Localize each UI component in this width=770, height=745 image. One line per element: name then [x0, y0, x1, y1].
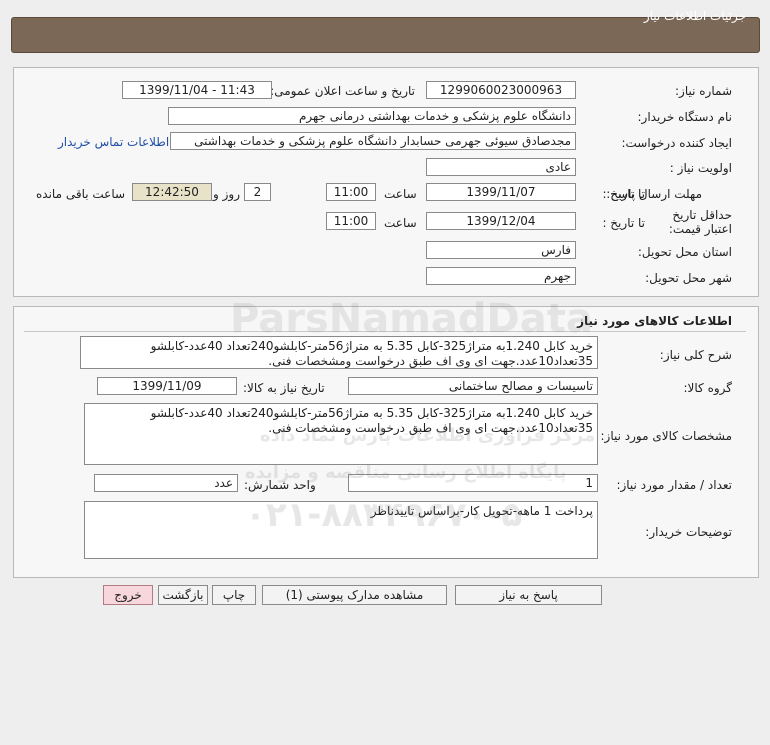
price-validity-label: حداقل تاریخ اعتبار قیمت:: [668, 208, 732, 236]
group-field: تاسیسات و مصالح ساختمانی: [348, 377, 598, 395]
qty-field: 1: [348, 474, 598, 492]
province-field: فارس: [426, 241, 576, 259]
section-divider: [24, 331, 746, 332]
priority-label: اولویت نیاز :: [669, 161, 732, 175]
unit-label: واحد شمارش:: [244, 478, 316, 492]
city-field: جهرم: [426, 267, 576, 285]
unit-field: عدد: [94, 474, 238, 492]
price-to-date-label: تا تاریخ :: [602, 216, 645, 230]
group-label: گروه کالا:: [683, 381, 733, 395]
reply-time-label: ساعت: [384, 187, 417, 201]
remaining-time-field: 12:42:50: [132, 183, 212, 201]
need-date-field: 1399/11/09: [97, 377, 237, 395]
days-remaining-field: 2: [244, 183, 271, 201]
priority-field: عادی: [426, 158, 576, 176]
specs-field: خرید کابل 1.240به متراژ325-کابل 5.35 به …: [84, 403, 598, 465]
buyer-org-field: دانشگاه علوم پزشکی و خدمات بهداشتی درمان…: [168, 107, 576, 125]
reply-to-date-label: تا تاریخ :: [602, 187, 645, 201]
summary-field: خرید کابل 1.240به متراژ325-کابل 5.35 به …: [80, 336, 598, 369]
page-title: جزئیات اطلاعات نیاز: [643, 9, 746, 23]
price-time-field: 11:00: [326, 212, 376, 230]
days-label: روز و: [213, 187, 240, 201]
need-number-label: شماره نیاز:: [675, 84, 732, 98]
announce-field: 1399/11/04 - 11:43: [122, 81, 272, 99]
requester-field: مجدصادق سیوئی جهرمی حسابدار دانشگاه علوم…: [170, 132, 576, 150]
buyer-org-label: نام دستگاه خریدار:: [637, 110, 733, 124]
reply-time-field: 11:00: [326, 183, 376, 201]
city-label: شهر محل تحویل:: [645, 271, 732, 285]
price-time-label: ساعت: [384, 216, 417, 230]
requester-label: ایجاد کننده درخواست:: [621, 136, 732, 150]
reply-date-field: 1399/11/07: [426, 183, 576, 201]
need-date-label: تاریخ نیاز به کالا:: [243, 381, 325, 395]
goods-section-title: اطلاعات کالاهای مورد نیاز: [577, 314, 732, 328]
exit-button[interactable]: خروج: [103, 585, 153, 605]
buyer-notes-label: توضیحات خریدار:: [645, 525, 732, 539]
attachments-button[interactable]: مشاهده مدارک پیوستی (1): [262, 585, 447, 605]
qty-label: تعداد / مقدار مورد نیاز:: [616, 478, 732, 492]
announce-label: تاریخ و ساعت اعلان عمومی:: [270, 84, 415, 98]
reply-button[interactable]: پاسخ به نیاز: [455, 585, 602, 605]
price-date-field: 1399/12/04: [426, 212, 576, 230]
buyer-contact-link[interactable]: اطلاعات تماس خریدار: [58, 135, 169, 149]
remaining-label: ساعت باقی مانده: [36, 187, 126, 201]
print-button[interactable]: چاپ: [212, 585, 256, 605]
back-button[interactable]: بازگشت: [158, 585, 208, 605]
specs-label: مشخصات کالای مورد نیاز:: [600, 429, 732, 443]
details-panel: [13, 67, 759, 297]
buyer-notes-field: پرداخت 1 ماهه-تحویل کار-براساس تاییدناظر: [84, 501, 598, 559]
need-number-field: 1299060023000963: [426, 81, 576, 99]
summary-label: شرح کلی نیاز:: [659, 348, 732, 362]
province-label: استان محل تحویل:: [637, 245, 732, 259]
